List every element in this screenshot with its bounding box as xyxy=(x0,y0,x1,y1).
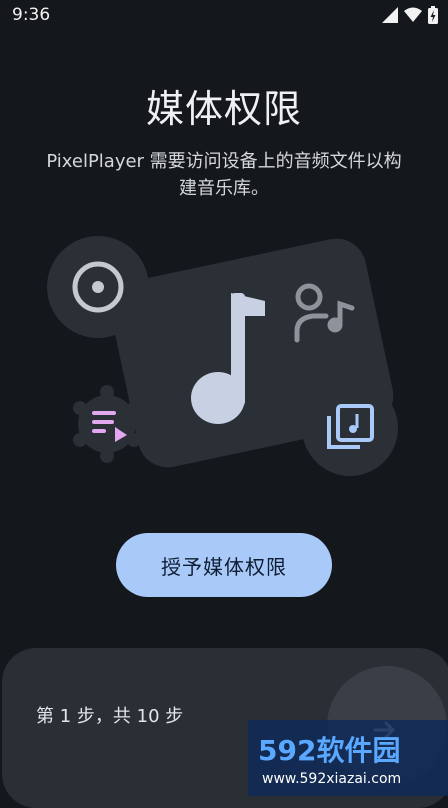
watermark-logo: 592软件园 www.592xiazai.com xyxy=(248,720,448,796)
step-indicator: 第 1 步，共 10 步 xyxy=(36,706,184,727)
svg-text:592软件园: 592软件园 xyxy=(258,734,400,767)
page-subtitle: PixelPlayer 需要访问设备上的音频文件以构建音乐库。 xyxy=(46,151,402,199)
signal-icon xyxy=(382,7,398,23)
page-title: 媒体权限 xyxy=(145,87,302,131)
status-time: 9:36 xyxy=(12,5,51,25)
grant-media-permission-button[interactable]: 授予媒体权限 xyxy=(116,533,332,597)
library-icon xyxy=(302,380,398,476)
album-icon xyxy=(47,236,149,338)
svg-text:www.592xiazai.com: www.592xiazai.com xyxy=(262,771,401,787)
media-illustration xyxy=(47,236,398,476)
battery-icon xyxy=(428,6,438,24)
status-bar: 9:36 xyxy=(0,0,448,30)
status-icons xyxy=(382,6,438,24)
wifi-icon xyxy=(404,7,422,22)
